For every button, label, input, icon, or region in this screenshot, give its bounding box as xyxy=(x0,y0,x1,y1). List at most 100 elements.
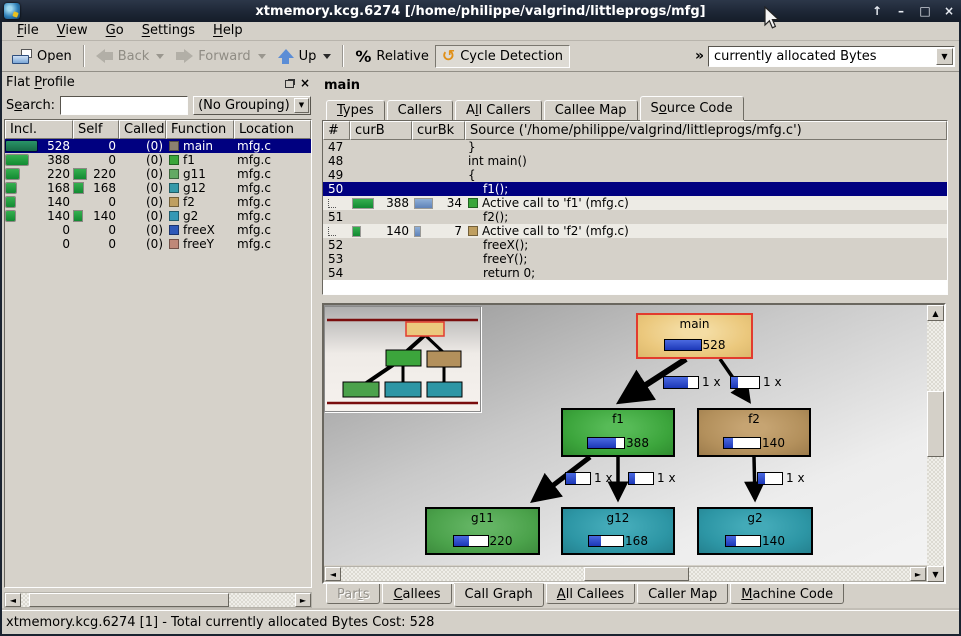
open-button[interactable]: Open xyxy=(6,46,78,67)
menubar: File View Go Settings Help xyxy=(2,22,959,41)
callee-tabs: Parts Callees Call Graph All Callees Cal… xyxy=(322,584,959,608)
column-header-called[interactable]: Called xyxy=(119,120,166,139)
flat-profile-dock: Flat Profile × Search: (No Grouping) ▼ xyxy=(2,72,312,608)
maximize-button[interactable]: □ xyxy=(917,1,933,21)
cycle-detection-button[interactable]: ↺ Cycle Detection xyxy=(435,45,570,68)
menu-help[interactable]: Help xyxy=(204,22,252,40)
scrollbar-thumb[interactable] xyxy=(927,391,944,457)
back-button[interactable]: Back xyxy=(90,46,171,67)
vertical-splitter[interactable] xyxy=(312,72,320,608)
scroll-left-icon[interactable]: ◄ xyxy=(325,567,341,581)
table-row-main[interactable]: 528 0 (0) main mfg.c xyxy=(5,139,311,153)
function-icon xyxy=(169,239,179,249)
scrollbar-thumb[interactable] xyxy=(584,567,689,581)
column-header-curBk[interactable]: curBk xyxy=(412,121,465,140)
graph-node-g2[interactable]: g2 140 xyxy=(697,507,813,555)
source-line[interactable]: 51 f2(); xyxy=(323,210,947,224)
dock-title-label: Flat Profile xyxy=(6,75,75,90)
table-row-freeX[interactable]: 0 0 (0) freeX mfg.c xyxy=(5,223,311,237)
tab-callee-map[interactable]: Callee Map xyxy=(544,100,638,120)
scroll-up-icon[interactable]: ▲ xyxy=(927,305,944,321)
graph-node-f2[interactable]: f2 140 xyxy=(697,408,811,457)
shade-button[interactable]: ↑ xyxy=(869,1,885,21)
source-line[interactable]: 49 { xyxy=(323,168,947,182)
forward-arrow-icon xyxy=(176,49,193,63)
scrollbar-thumb[interactable] xyxy=(29,593,229,607)
tree-branch-icon xyxy=(328,199,336,208)
graph-node-main[interactable]: main 528 xyxy=(636,313,753,359)
dock-close-icon[interactable]: × xyxy=(300,78,310,88)
scroll-right-icon[interactable]: ► xyxy=(295,593,311,607)
graph-node-g11[interactable]: g11 220 xyxy=(425,507,540,555)
tab-source-code[interactable]: Source Code xyxy=(640,96,744,120)
edge-label-main-f1: 1 x xyxy=(663,375,721,389)
source-line-selected[interactable]: 50 f1(); xyxy=(323,182,947,196)
dock-float-icon[interactable] xyxy=(285,80,294,88)
source-call-annotation[interactable]: 140 7 Active call to 'f2' (mfg.c) xyxy=(323,224,947,238)
search-input[interactable] xyxy=(60,96,188,115)
forward-button[interactable]: Forward xyxy=(170,46,271,67)
toolbar-overflow-chevron[interactable]: » xyxy=(695,48,704,64)
back-arrow-icon xyxy=(96,49,113,63)
forward-dropdown-icon xyxy=(258,54,266,59)
tab-machine-code[interactable]: Machine Code xyxy=(730,584,844,604)
flat-profile-hscrollbar[interactable]: ◄ ► xyxy=(4,592,312,608)
event-type-select[interactable]: currently allocated Bytes ▼ xyxy=(708,46,955,67)
chevron-down-icon[interactable]: ▼ xyxy=(294,98,309,113)
tab-caller-map[interactable]: Caller Map xyxy=(637,584,728,604)
chevron-down-icon[interactable]: ▼ xyxy=(936,48,953,65)
graph-node-f1[interactable]: f1 388 xyxy=(561,408,675,457)
source-line[interactable]: 48 int main() xyxy=(323,154,947,168)
scroll-down-icon[interactable]: ▼ xyxy=(927,566,944,582)
tab-all-callers[interactable]: All Callers xyxy=(455,100,542,120)
source-line[interactable]: 47 } xyxy=(323,140,947,154)
horizontal-splitter[interactable] xyxy=(322,295,959,303)
column-header-source[interactable]: Source ('/home/philippe/valgrind/littlep… xyxy=(465,121,947,140)
menu-view[interactable]: View xyxy=(48,22,97,40)
menu-settings[interactable]: Settings xyxy=(133,22,204,40)
edge-label-f1-g12: 1 x xyxy=(628,471,676,485)
toolbar-separator xyxy=(342,45,344,67)
minimize-button[interactable]: – xyxy=(893,1,909,21)
up-button[interactable]: Up xyxy=(272,46,338,67)
source-line[interactable]: 52 freeX(); xyxy=(323,238,947,252)
table-row-g12[interactable]: 168 168 (0) g12 mfg.c xyxy=(5,181,311,195)
close-button[interactable]: × xyxy=(941,1,957,21)
graph-vscrollbar[interactable]: ▲ ▼ xyxy=(927,305,944,582)
column-header-incl[interactable]: Incl. xyxy=(5,120,73,139)
call-graph-canvas[interactable]: main 528 f1 388 f2 140 g11 xyxy=(324,305,927,565)
tab-callers[interactable]: Callers xyxy=(387,100,453,120)
dock-titlebar[interactable]: Flat Profile × xyxy=(4,74,312,91)
relative-toggle-button[interactable]: % Relative xyxy=(349,44,434,69)
source-call-annotation[interactable]: 388 34 Active call to 'f1' (mfg.c) xyxy=(323,196,947,210)
column-header-function[interactable]: Function xyxy=(166,120,234,139)
menu-go[interactable]: Go xyxy=(97,22,133,40)
tab-parts[interactable]: Parts xyxy=(326,584,380,604)
tab-callees[interactable]: Callees xyxy=(382,584,451,604)
table-row-g2[interactable]: 140 140 (0) g2 mfg.c xyxy=(5,209,311,223)
function-icon xyxy=(169,197,179,207)
source-line[interactable]: 53 freeY(); xyxy=(323,252,947,266)
source-line[interactable]: 54 return 0; xyxy=(323,266,947,280)
scroll-left-icon[interactable]: ◄ xyxy=(5,593,21,607)
table-row-f1[interactable]: 388 0 (0) f1 mfg.c xyxy=(5,153,311,167)
tab-all-callees[interactable]: All Callees xyxy=(546,584,635,604)
table-row-freeY[interactable]: 0 0 (0) freeY mfg.c xyxy=(5,237,311,251)
graph-hscrollbar[interactable]: ◄ ► xyxy=(324,566,927,582)
scroll-right-icon[interactable]: ► xyxy=(910,567,926,581)
back-dropdown-icon xyxy=(156,54,164,59)
birds-eye-view[interactable] xyxy=(324,306,481,412)
menu-file[interactable]: File xyxy=(8,22,48,40)
table-row-f2[interactable]: 140 0 (0) f2 mfg.c xyxy=(5,195,311,209)
column-header-self[interactable]: Self xyxy=(73,120,119,139)
column-header-location[interactable]: Location xyxy=(234,120,311,139)
column-header-line[interactable]: # xyxy=(323,121,350,140)
column-header-curB[interactable]: curB xyxy=(350,121,412,140)
toolbar-separator xyxy=(83,45,85,67)
titlebar[interactable]: xtmemory.kcg.6274 [/home/philippe/valgri… xyxy=(0,0,961,22)
graph-node-g12[interactable]: g12 168 xyxy=(561,507,675,555)
tab-types[interactable]: Types xyxy=(326,100,385,120)
tab-call-graph[interactable]: Call Graph xyxy=(454,584,544,607)
grouping-select[interactable]: (No Grouping) ▼ xyxy=(193,96,311,115)
table-row-g11[interactable]: 220 220 (0) g11 mfg.c xyxy=(5,167,311,181)
